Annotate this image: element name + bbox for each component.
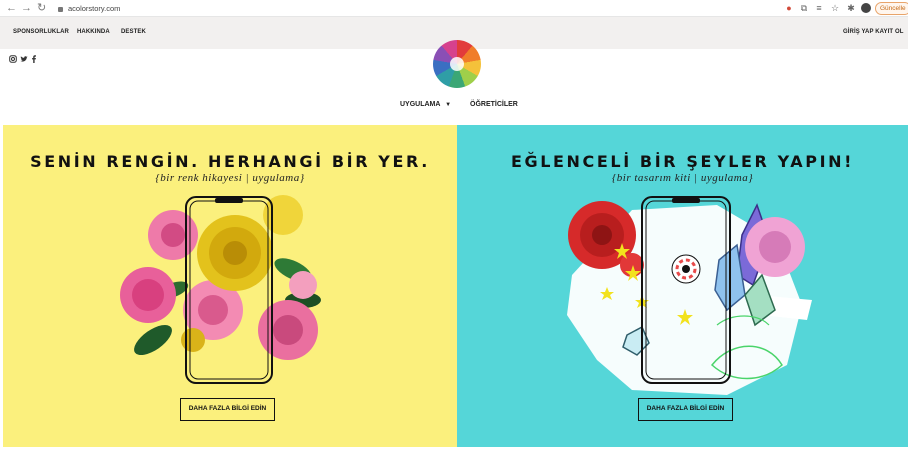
extensions-puzzle-icon[interactable]: ✱ — [846, 3, 856, 13]
update-button[interactable]: Güncelle — [875, 2, 908, 15]
twitter-icon[interactable] — [20, 55, 28, 65]
address-bar[interactable]: acolorstory.com — [58, 2, 120, 15]
nav-sponsorships[interactable]: SPONSORLUKLAR — [13, 29, 69, 35]
back-icon[interactable]: ← — [6, 2, 17, 15]
login-signup-link[interactable]: GİRİŞ YAP KAYIT OL — [843, 29, 904, 35]
learn-more-button[interactable]: DAHA FAZLA BİLGİ EDİN — [180, 398, 275, 421]
extension-icon[interactable]: ● — [784, 3, 794, 13]
nav-app-dropdown[interactable]: UYGULAMA ▼ — [400, 101, 451, 108]
reader-icon[interactable]: ≡ — [814, 3, 824, 13]
forward-icon[interactable]: → — [21, 2, 32, 15]
app-promo-panel-left: SENİN RENGİN. HERHANGİ BİR YER. {bir ren… — [3, 125, 457, 447]
browser-toolbar: ← → ↻ acolorstory.com ● ⧉ ≡ ☆ ✱ Güncelle — [0, 0, 908, 17]
nav-app-label: UYGULAMA — [400, 101, 441, 108]
nav-about[interactable]: HAKKINDA — [77, 29, 110, 35]
profile-avatar[interactable] — [861, 3, 871, 13]
learn-more-button[interactable]: DAHA FAZLA BİLGİ EDİN — [638, 398, 733, 421]
nav-teachers[interactable]: ÖĞRETİCİLER — [470, 101, 518, 108]
translate-icon[interactable]: ⧉ — [799, 3, 809, 13]
url-text: acolorstory.com — [68, 4, 121, 13]
chevron-down-icon: ▼ — [445, 102, 452, 108]
bookmark-star-icon[interactable]: ☆ — [830, 3, 840, 13]
site-logo[interactable] — [433, 40, 481, 88]
app-promo-panel-right: EĞLENCELİ BİR ŞEYLER YAPIN! {bir tasarım… — [457, 125, 908, 447]
lock-icon — [58, 7, 63, 12]
instagram-icon[interactable] — [9, 55, 17, 65]
reload-icon[interactable]: ↻ — [37, 2, 46, 15]
nav-support[interactable]: DESTEK — [121, 29, 146, 35]
facebook-icon[interactable] — [31, 55, 37, 65]
